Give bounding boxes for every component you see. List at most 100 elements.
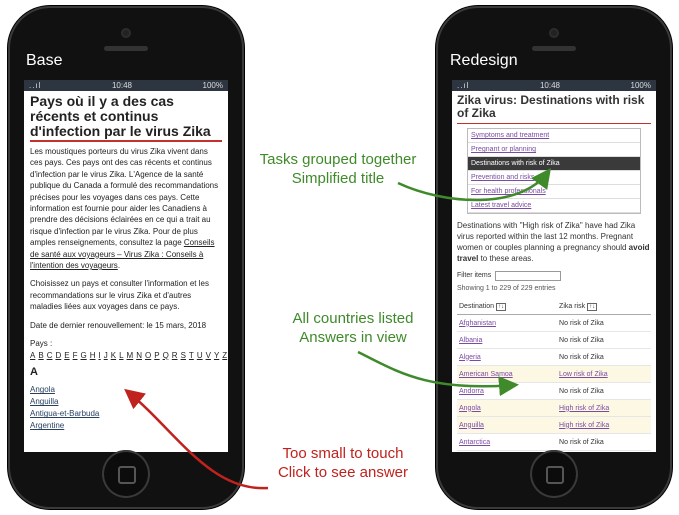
redesign-phone: Redesign ..ıl 10:48 100% Zika virus: Des…	[436, 6, 672, 509]
menu-item[interactable]: Prevention and risks	[468, 171, 640, 185]
annotation-countries: All countries listed Answers in view	[292, 310, 414, 346]
menu-item[interactable]: Pregnant or planning	[468, 143, 640, 157]
letter-link[interactable]: S	[181, 351, 186, 360]
battery-level: 100%	[630, 81, 651, 90]
table-row: Albania No risk of Zika	[457, 331, 651, 349]
status-time: 10:48	[539, 81, 560, 90]
filter-label: Filter items	[457, 272, 492, 279]
letter-link[interactable]: N	[136, 351, 142, 360]
letter-link[interactable]: Z	[222, 351, 227, 360]
destinations-table: Destination ↑↓ Zika risk ↑↓ Afghanistan No …	[457, 299, 651, 451]
page-title: Zika virus: Destinations with risk of Zi…	[457, 94, 651, 124]
menu-item[interactable]: Symptoms and treatment	[468, 129, 640, 143]
status-bar: ..ıl 10:48 100%	[24, 80, 228, 91]
sort-icon[interactable]: ↑↓	[496, 303, 507, 311]
destination-link[interactable]: Anguilla	[459, 422, 484, 429]
intro-paragraph: Destinations with "High risk of Zika" ha…	[457, 221, 650, 263]
table-row: Afghanistan No risk of Zika	[457, 314, 651, 332]
intro-paragraph: Les moustiques porteurs du virus Zika vi…	[30, 147, 219, 271]
signal-icon: ..ıl	[29, 81, 42, 90]
front-camera-icon	[549, 28, 559, 38]
letter-link[interactable]: F	[73, 351, 78, 360]
battery-level: 100%	[202, 81, 223, 90]
page-title: Pays où il y a des cas récents et contin…	[30, 94, 222, 142]
last-updated-date: Date de dernier renouvellement: le 15 ma…	[30, 320, 207, 330]
table-row: Antarctica No risk of Zika	[457, 433, 651, 451]
annotation-touch: Too small to touch Click to see answer	[277, 445, 409, 481]
letter-link[interactable]: T	[189, 351, 194, 360]
destination-link[interactable]: Antarctica	[459, 439, 490, 446]
letter-link[interactable]: V	[206, 351, 211, 360]
letter-link[interactable]: I	[99, 351, 101, 360]
base-screen: ..ıl 10:48 100% Pays où il y a des cas r…	[24, 80, 228, 452]
letter-link[interactable]: C	[47, 351, 53, 360]
home-button[interactable]	[102, 450, 150, 498]
letter-link[interactable]: D	[55, 351, 61, 360]
table-row: Angola High risk of Zika	[457, 399, 651, 417]
destination-link[interactable]: Algeria	[459, 354, 481, 361]
letter-link[interactable]: P	[154, 351, 159, 360]
destination-link[interactable]: Angola	[459, 405, 481, 412]
section-letter: A	[30, 365, 38, 378]
letter-link[interactable]: E	[64, 351, 69, 360]
table-row: Andorra No risk of Zika	[457, 382, 651, 400]
risk-value[interactable]: High risk of Zika	[559, 422, 609, 429]
letter-link[interactable]: B	[38, 351, 43, 360]
sort-icon[interactable]: ↑↓	[587, 303, 598, 311]
country-list: Angola Anguilla Antigua-et-Barbuda Argentin…	[30, 384, 222, 432]
country-link[interactable]: Antigua-et-Barbuda	[30, 408, 222, 420]
risk-value[interactable]: High risk of Zika	[559, 405, 609, 412]
risk-value: No risk of Zika	[559, 353, 604, 361]
instructions-paragraph: Choisissez un pays et consulter l'inform…	[30, 279, 209, 312]
letter-link[interactable]: A	[30, 351, 35, 360]
filter-row: Filter items	[457, 270, 651, 281]
letter-link[interactable]: H	[90, 351, 96, 360]
menu-item[interactable]: Destinations with risk of Zika	[468, 157, 640, 171]
speaker-grille	[104, 46, 148, 51]
task-menu: Symptoms and treatment Pregnant or planni…	[467, 128, 641, 214]
base-label: Base	[26, 52, 63, 69]
risk-value[interactable]: Low risk of Zika	[559, 371, 608, 378]
destination-link[interactable]: Andorra	[459, 388, 484, 395]
signal-icon: ..ıl	[457, 81, 470, 90]
menu-item[interactable]: For health professionals	[468, 185, 640, 199]
letter-link[interactable]: L	[119, 351, 123, 360]
column-header-destination[interactable]: Destination ↑↓	[457, 299, 558, 315]
table-row: Algeria No risk of Zika	[457, 348, 651, 366]
letter-link[interactable]: K	[111, 351, 116, 360]
column-header-risk[interactable]: Zika risk ↑↓	[557, 299, 651, 315]
status-time: 10:48	[111, 81, 132, 90]
country-link[interactable]: Anguilla	[30, 396, 222, 408]
letter-link[interactable]: U	[197, 351, 203, 360]
risk-value: No risk of Zika	[559, 438, 604, 446]
letter-link[interactable]: R	[172, 351, 178, 360]
alphabet-index: Pays : ABCDEFGHIJKLMNOPQRSTUVYZ	[30, 339, 228, 360]
letter-link[interactable]: Q	[163, 351, 169, 360]
speaker-grille	[532, 46, 576, 51]
table-row: Anguilla High risk of Zika	[457, 416, 651, 434]
annotation-tasks: Tasks grouped together Simplified title	[259, 151, 417, 187]
destination-link[interactable]: Albania	[459, 337, 482, 344]
letter-link[interactable]: Y	[214, 351, 219, 360]
country-link[interactable]: Argentine	[30, 420, 222, 432]
menu-item[interactable]: Latest travel advice	[468, 199, 640, 213]
filter-input[interactable]	[495, 270, 562, 281]
letter-link[interactable]: G	[80, 351, 86, 360]
base-phone: Base ..ıl 10:48 100% Pays où il y a des …	[8, 6, 244, 509]
redesign-screen: ..ıl 10:48 100% Zika virus: Destinations…	[452, 80, 656, 452]
table-row: American Samoa Low risk of Zika	[457, 365, 651, 383]
front-camera-icon	[121, 28, 131, 38]
status-bar: ..ıl 10:48 100%	[452, 80, 656, 91]
destination-link[interactable]: American Samoa	[459, 371, 513, 378]
risk-value: No risk of Zika	[559, 387, 604, 395]
destination-link[interactable]: Afghanistan	[459, 320, 496, 327]
letter-link[interactable]: M	[127, 351, 134, 360]
redesign-label: Redesign	[450, 52, 518, 69]
home-button[interactable]	[530, 450, 578, 498]
risk-value: No risk of Zika	[559, 319, 604, 327]
letter-link[interactable]: O	[145, 351, 151, 360]
country-link[interactable]: Angola	[30, 384, 222, 396]
risk-value: No risk of Zika	[559, 336, 604, 344]
entries-count: Showing 1 to 229 of 229 entries	[457, 285, 556, 292]
letter-link[interactable]: J	[104, 351, 108, 360]
